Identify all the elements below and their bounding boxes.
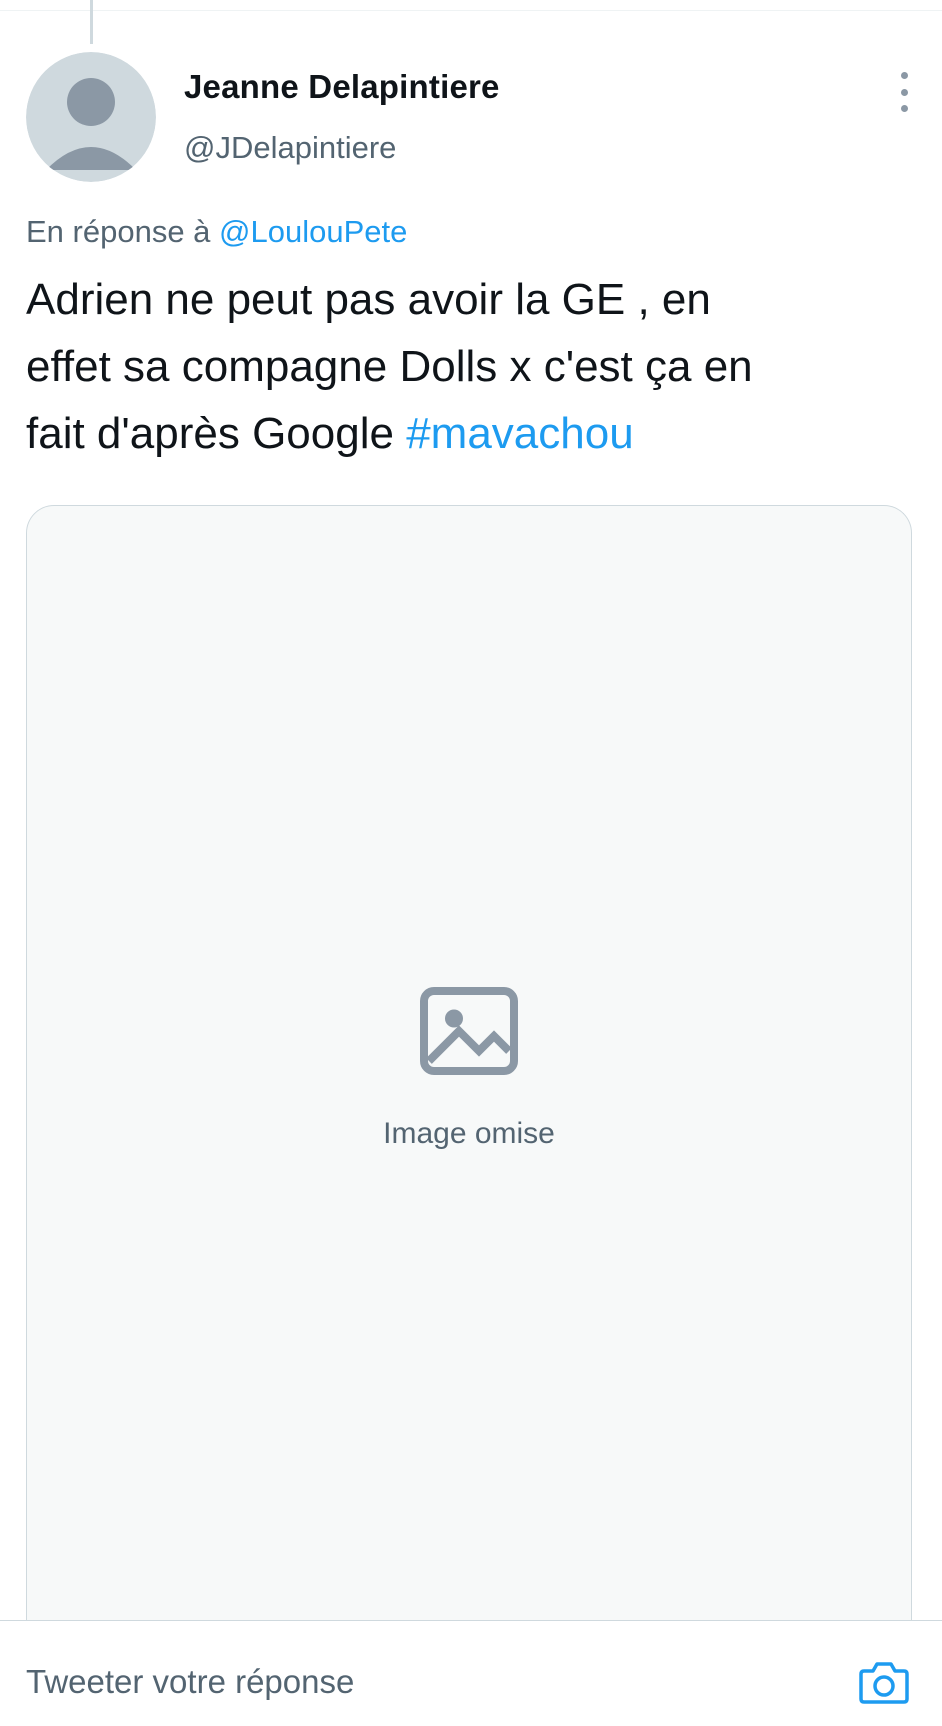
reply-to-prefix: En réponse à (26, 214, 211, 249)
more-dot (900, 88, 908, 96)
tweet-text-line: effet sa compagne Dolls x c'est ça en (26, 342, 753, 391)
author-avatar[interactable] (26, 52, 156, 182)
reply-input[interactable]: Tweeter votre réponse (26, 1663, 354, 1701)
tweet-text-line: Adrien ne peut pas avoir la GE , en (26, 275, 711, 324)
top-divider (0, 10, 942, 11)
more-dot (900, 105, 908, 112)
more-dot (900, 72, 908, 79)
camera-icon[interactable] (858, 1657, 910, 1705)
tweet-text-line: fait d'après Google #mavachou (26, 400, 916, 467)
reply-to-mention[interactable]: @LoulouPete (219, 214, 407, 249)
thread-connector-line (90, 0, 93, 44)
tweet-header: Jeanne Delapintiere @JDelapintiere (26, 52, 916, 182)
media-placeholder: Image omise (27, 506, 911, 1620)
image-icon (420, 987, 518, 1075)
tweet-media[interactable]: Image omise (26, 505, 912, 1620)
reply-composer-bar: Tweeter votre réponse (0, 1620, 942, 1726)
author-handle[interactable]: @JDelapintiere (184, 130, 396, 166)
camera-glyph (859, 1662, 909, 1704)
reply-to-line: En réponse à @LoulouPete (26, 214, 407, 250)
tweet-text-segment: fait d'après Google (26, 409, 394, 458)
tweet-body: Adrien ne peut pas avoir la GE , en effe… (26, 266, 916, 467)
avatar-image (26, 52, 156, 182)
author-display-name[interactable]: Jeanne Delapintiere (184, 68, 500, 106)
more-vertical-icon[interactable] (892, 72, 916, 112)
hashtag-link[interactable]: #mavachou (406, 409, 633, 458)
media-placeholder-text: Image omise (383, 1117, 555, 1150)
